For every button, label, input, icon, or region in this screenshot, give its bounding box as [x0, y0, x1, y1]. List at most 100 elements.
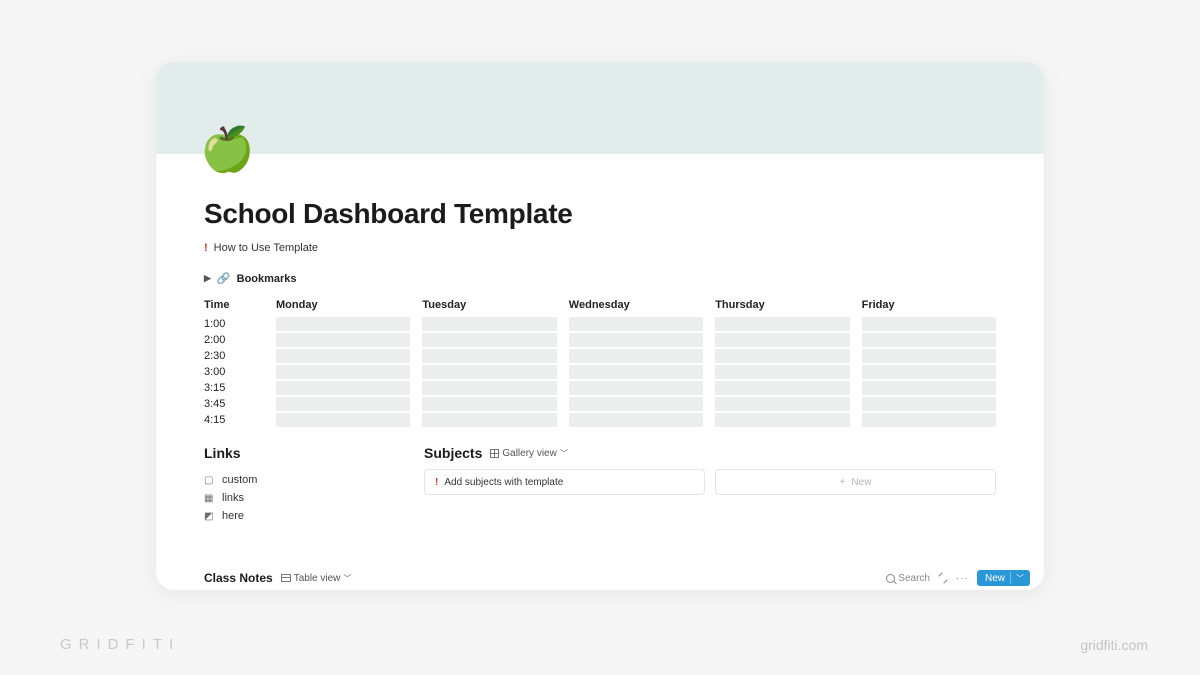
day-header: Wednesday: [569, 299, 703, 317]
schedule-cell[interactable]: [422, 381, 556, 395]
schedule-cell[interactable]: [569, 349, 703, 363]
link-item[interactable]: ▢custom: [204, 471, 400, 489]
schedule-cell[interactable]: [862, 349, 996, 363]
link-item[interactable]: ◩ here: [204, 507, 400, 525]
schedule-cell[interactable]: [715, 317, 849, 331]
link-item[interactable]: ▦ links: [204, 489, 400, 507]
add-subjects-card[interactable]: ! Add subjects with template: [424, 469, 705, 495]
search-icon: [886, 574, 895, 583]
schedule-cell[interactable]: [569, 317, 703, 331]
link-label: links: [222, 492, 244, 504]
page-cover: [156, 62, 1044, 154]
more-menu-icon[interactable]: ···: [956, 573, 969, 584]
class-notes-view-label: Table view: [294, 573, 341, 584]
schedule-cell[interactable]: [862, 381, 996, 395]
schedule-cell[interactable]: [862, 365, 996, 379]
class-notes-heading: Class Notes: [204, 571, 273, 585]
page-emoji-icon[interactable]: 🍏: [200, 128, 255, 172]
schedule-cell[interactable]: [422, 349, 556, 363]
class-notes-row: Class Notes Table view ﹀ Search ··· New …: [204, 570, 1030, 586]
notion-page-card: 🍏 School Dashboard Template ! How to Use…: [156, 62, 1044, 590]
how-to-label: How to Use Template: [214, 242, 318, 254]
search-button[interactable]: Search: [886, 573, 930, 584]
schedule-cell[interactable]: [276, 349, 410, 363]
schedule-cell[interactable]: [715, 349, 849, 363]
schedule-cell[interactable]: [862, 413, 996, 427]
table-icon: [281, 574, 291, 582]
schedule-cell[interactable]: [569, 333, 703, 347]
day-header: Monday: [276, 299, 410, 317]
plus-icon: +: [840, 477, 846, 488]
lower-columns: Links ▢custom▦links◩here Subjects Galler…: [204, 445, 996, 525]
schedule-cell[interactable]: [276, 381, 410, 395]
day-column: [569, 317, 703, 429]
subjects-heading: Subjects: [424, 445, 482, 461]
day-column: [862, 317, 996, 429]
schedule-cell[interactable]: [422, 317, 556, 331]
watermark-brand: GRIDFITI: [60, 636, 180, 653]
subjects-section: Subjects Gallery view ﹀ ! Add subjects w…: [424, 445, 996, 525]
chevron-down-icon: ﹀: [560, 448, 568, 459]
schedule-cell[interactable]: [715, 365, 849, 379]
new-subject-card[interactable]: + New: [715, 469, 996, 495]
schedule-cell[interactable]: [276, 365, 410, 379]
bookmarks-toggle[interactable]: ▶ 🔗 Bookmarks: [204, 272, 996, 285]
schedule-cell[interactable]: [422, 365, 556, 379]
expand-icon[interactable]: [938, 573, 948, 583]
schedule-cell[interactable]: [569, 413, 703, 427]
new-card-label: New: [851, 477, 871, 488]
subjects-view-label: Gallery view: [502, 448, 556, 459]
separator: [1010, 572, 1011, 584]
day-column: [276, 317, 410, 429]
schedule-table: TimeMondayTuesdayWednesdayThursdayFriday…: [204, 299, 996, 429]
time-label: 1:00: [204, 317, 264, 331]
gallery-icon: [490, 449, 499, 458]
new-button-label: New: [985, 573, 1005, 584]
time-label: 3:00: [204, 365, 264, 379]
schedule-cell[interactable]: [276, 397, 410, 411]
exclamation-icon: !: [435, 477, 438, 488]
page-title[interactable]: School Dashboard Template: [204, 198, 996, 230]
schedule-cell[interactable]: [715, 381, 849, 395]
page-icon: ▦: [204, 493, 216, 504]
schedule-cell[interactable]: [276, 333, 410, 347]
schedule-cell[interactable]: [715, 397, 849, 411]
link-label: here: [222, 510, 244, 522]
new-button[interactable]: New ﹀: [977, 570, 1030, 586]
how-to-callout[interactable]: ! How to Use Template: [204, 242, 996, 254]
schedule-cell[interactable]: [422, 333, 556, 347]
day-column: [422, 317, 556, 429]
exclamation-icon: !: [204, 242, 208, 254]
time-label: 2:30: [204, 349, 264, 363]
schedule-cell[interactable]: [862, 333, 996, 347]
chevron-down-icon: ﹀: [1016, 573, 1024, 584]
schedule-cell[interactable]: [422, 397, 556, 411]
schedule-cell[interactable]: [276, 317, 410, 331]
time-label: 3:15: [204, 381, 264, 395]
schedule-cell[interactable]: [569, 365, 703, 379]
schedule-cell[interactable]: [569, 381, 703, 395]
schedule-cell[interactable]: [715, 413, 849, 427]
chevron-down-icon: ﹀: [343, 573, 351, 584]
schedule-cell[interactable]: [862, 397, 996, 411]
search-label: Search: [898, 573, 930, 584]
schedule-cell[interactable]: [569, 397, 703, 411]
page-icon: ◩: [204, 511, 216, 522]
links-list: ▢custom ▦ links ◩ here: [204, 471, 400, 525]
add-subjects-label: Add subjects with template: [444, 477, 563, 488]
subjects-view-switch[interactable]: Gallery view ﹀: [490, 448, 567, 459]
schedule-cell[interactable]: [715, 333, 849, 347]
time-label: 2:00: [204, 333, 264, 347]
bookmarks-label: Bookmarks: [237, 273, 297, 285]
time-label: 4:15: [204, 413, 264, 427]
triangle-right-icon: ▶: [204, 273, 211, 284]
day-column: [715, 317, 849, 429]
time-column: 1:002:002:303:003:153:454:15: [204, 317, 264, 429]
schedule-cell[interactable]: [276, 413, 410, 427]
page-content: School Dashboard Template ! How to Use T…: [156, 198, 1044, 525]
class-notes-view-switch[interactable]: Table view ﹀: [281, 573, 352, 584]
page-icon: ▢: [204, 475, 216, 486]
day-header: Friday: [862, 299, 996, 317]
schedule-cell[interactable]: [862, 317, 996, 331]
schedule-cell[interactable]: [422, 413, 556, 427]
